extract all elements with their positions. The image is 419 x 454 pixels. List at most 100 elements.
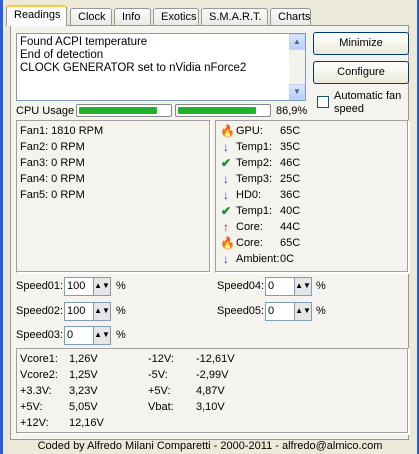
temperature-value: 0C [280, 253, 295, 265]
log-scrollbar[interactable]: ▲ ▼ [289, 34, 305, 100]
voltages-panel: Vcore1: 1,26V Vcore2: 1,25V +3.3V: 3,23V +5V: 5… [16, 348, 409, 434]
temperature-value: 65C [280, 125, 301, 137]
temperature-label: Core: [236, 237, 263, 249]
log-line: Found ACPI temperature [20, 36, 148, 48]
temperature-row: ↓ Temp3: 25C [220, 173, 400, 187]
speed05-unit: % [316, 305, 326, 317]
temperature-value: 36C [280, 189, 301, 201]
temperature-label: Temp3: [236, 173, 273, 185]
tab-readings[interactable]: Readings [6, 5, 67, 26]
temperature-value: 25C [280, 173, 301, 185]
flame-icon: 🔥 [220, 236, 235, 250]
speed01-value: 100 [67, 280, 86, 292]
voltage-value: -2,99V [196, 369, 229, 381]
voltage-value: 1,26V [69, 353, 98, 365]
temperature-row: ✔ Temp1: 40C [220, 205, 400, 219]
speed01-stepper[interactable]: 100 ▲▼ [64, 277, 111, 296]
temperature-row: ↓ HD0: 36C [220, 189, 400, 203]
cpu-bar-fill [79, 107, 157, 114]
voltage-value: 4,87V [196, 385, 225, 397]
scroll-up-icon[interactable]: ▲ [289, 34, 305, 50]
tab-exotics[interactable]: Exotics [153, 8, 199, 25]
speed01-unit: % [116, 280, 126, 292]
checkmark-icon: ✔ [220, 204, 232, 218]
temperature-row: 🔥 GPU: 65C [220, 125, 400, 139]
minimize-button[interactable]: Minimize [313, 32, 409, 55]
spin-arrows-icon[interactable]: ▲▼ [294, 303, 311, 320]
fans-panel: Fan1: 1810 RPM Fan2: 0 RPM Fan3: 0 RPM F… [16, 120, 211, 273]
spin-arrows-icon[interactable]: ▲▼ [93, 327, 110, 344]
temperature-label: HD0: [236, 189, 262, 201]
speed03-label: Speed03: [16, 329, 64, 341]
voltage-label: +3.3V: [20, 385, 52, 397]
fan-reading: Fan3: 0 RPM [20, 157, 85, 169]
log-box[interactable]: Found ACPI temperature End of detection … [16, 33, 306, 101]
speed04-stepper[interactable]: 0 ▲▼ [265, 277, 312, 296]
temperature-label: Temp1: [236, 205, 273, 217]
temperature-label: GPU: [236, 125, 263, 137]
voltage-label: Vbat: [148, 401, 174, 413]
speed04-label: Speed04: [217, 280, 265, 292]
temperature-label: Ambient: [236, 253, 280, 265]
down-arrow-icon: ↓ [223, 172, 229, 186]
temperatures-panel: 🔥 GPU: 65C ↓ Temp1: 35C ✔ Temp2: 46C ↓ Temp3: 25C ↓ H… [215, 120, 409, 273]
flame-icon: 🔥 [220, 124, 235, 138]
tab-clock[interactable]: Clock [70, 8, 112, 25]
speed05-label: Speed05: [217, 305, 265, 317]
voltage-value: 3,10V [196, 401, 225, 413]
fan-reading: Fan4: 0 RPM [20, 173, 85, 185]
log-line: CLOCK GENERATOR set to nVidia nForce2 [20, 62, 247, 74]
temperature-value: 65C [280, 237, 301, 249]
tab-smart[interactable]: S.M.A.R.T. [201, 8, 268, 25]
log-line: End of detection [20, 49, 104, 61]
speed03-unit: % [116, 329, 126, 341]
scroll-down-icon[interactable]: ▼ [289, 84, 305, 100]
voltage-label: Vcore1: [20, 353, 58, 365]
configure-button[interactable]: Configure [313, 61, 409, 84]
auto-fan-checkbox[interactable] [317, 96, 329, 108]
spin-arrows-icon[interactable]: ▲▼ [93, 278, 110, 295]
cpu-bar-fill [178, 107, 256, 114]
temperature-row: ↑ Core: 44C [220, 221, 400, 235]
temperature-label: Core: [236, 221, 263, 233]
voltage-value: 1,25V [69, 369, 98, 381]
spin-arrows-icon[interactable]: ▲▼ [93, 303, 110, 320]
speed04-value: 0 [268, 280, 275, 292]
cpu-usage-label: CPU Usage [16, 105, 75, 117]
cpu-bar-2 [175, 104, 271, 117]
temperature-row: ✔ Temp2: 46C [220, 157, 400, 171]
voltage-label: +5V: [20, 401, 43, 413]
temperature-row: ↓ Ambient: 0C [220, 253, 400, 267]
temperature-label: Temp2: [236, 157, 273, 169]
voltage-value: -12,61V [196, 353, 235, 365]
temperature-label: Temp1: [236, 141, 273, 153]
temperature-value: 40C [280, 205, 301, 217]
fan-reading: Fan1: 1810 RPM [20, 125, 104, 137]
temperature-row: 🔥 Core: 65C [220, 237, 400, 251]
tab-info[interactable]: Info [114, 8, 151, 25]
temperature-value: 44C [280, 221, 301, 233]
voltage-label: Vcore2: [20, 369, 58, 381]
tab-charts[interactable]: Charts [270, 8, 311, 25]
auto-fan-label: Automatic fan speed [334, 90, 402, 115]
speed05-stepper[interactable]: 0 ▲▼ [265, 302, 312, 321]
voltage-value: 3,23V [69, 385, 98, 397]
voltage-value: 12,16V [69, 417, 104, 429]
spin-arrows-icon[interactable]: ▲▼ [294, 278, 311, 295]
speed03-stepper[interactable]: 0 ▲▼ [64, 326, 111, 345]
down-arrow-icon: ↓ [223, 140, 229, 154]
temperature-value: 35C [280, 141, 301, 153]
fan-reading: Fan5: 0 RPM [20, 189, 85, 201]
voltage-label: -12V: [148, 353, 174, 365]
temperature-row: ↓ Temp1: 35C [220, 141, 400, 155]
temperature-value: 46C [280, 157, 301, 169]
cpu-bar-1 [76, 104, 172, 117]
voltage-label: +12V: [20, 417, 49, 429]
down-arrow-icon: ↓ [223, 252, 229, 266]
speed04-unit: % [316, 280, 326, 292]
speed02-stepper[interactable]: 100 ▲▼ [64, 302, 111, 321]
speed01-label: Speed01: [16, 280, 64, 292]
speed02-value: 100 [67, 305, 86, 317]
voltage-value: 5,05V [69, 401, 98, 413]
voltage-label: +5V: [148, 385, 171, 397]
